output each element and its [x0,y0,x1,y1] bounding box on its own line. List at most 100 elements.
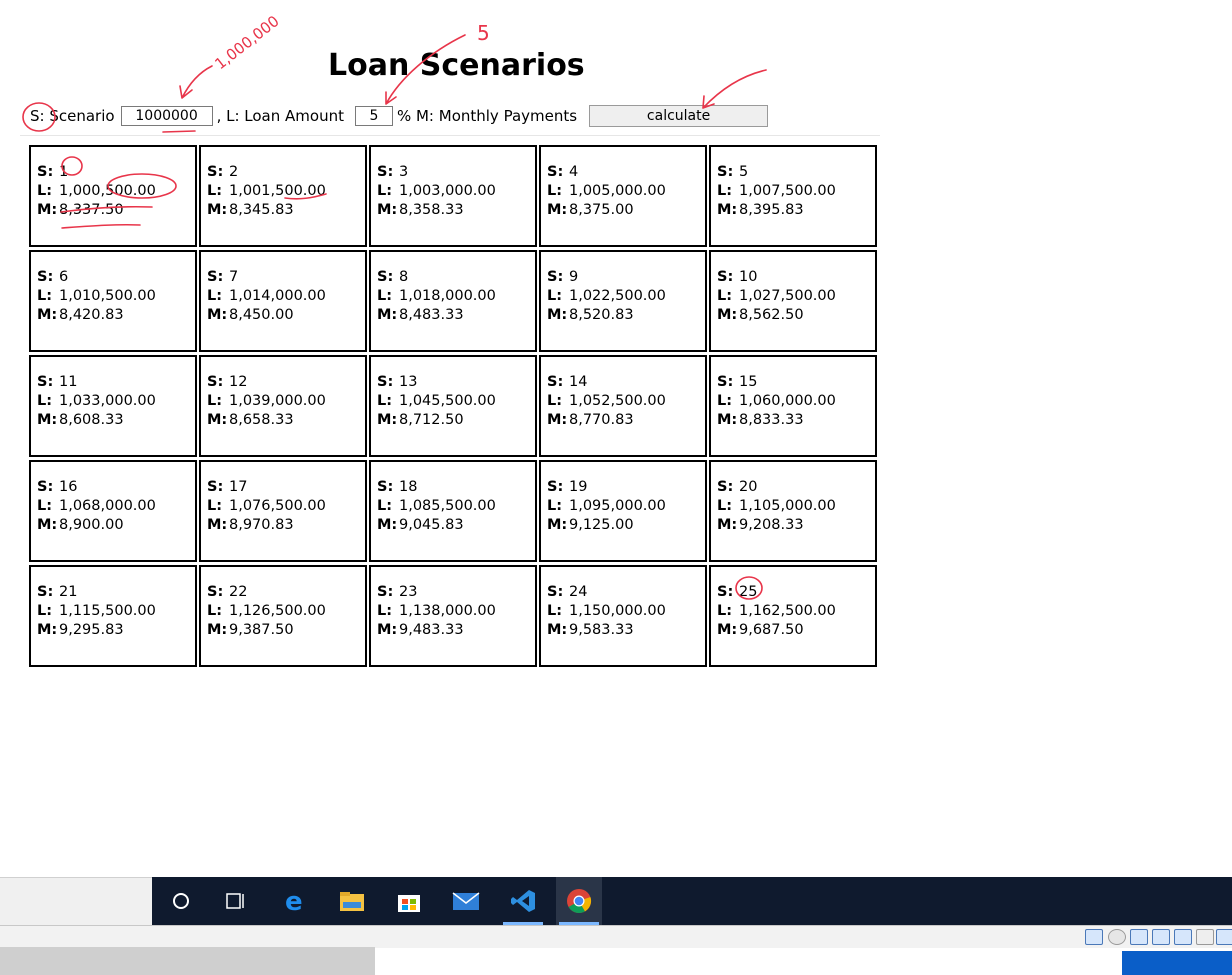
store-icon[interactable] [386,877,432,925]
task-view-icon[interactable] [213,877,259,925]
scenario-s-value: 6 [59,269,69,285]
scenario-cell: S: 23 L: 1,138,000.00 M: 9,483.33 [369,565,537,667]
scenario-l-label: L: [547,393,563,409]
chrome-icon[interactable] [556,877,602,925]
scenario-m-label: M: [37,202,58,218]
scenario-l-value: 1,085,500.00 [399,498,496,514]
scenario-m-row: M: 9,483.33 [377,621,535,640]
scenario-m-row: M: 8,375.00 [547,201,705,220]
scenario-l-value: 1,138,000.00 [399,603,496,619]
scenario-l-row: L: 1,014,000.00 [207,287,365,306]
scenario-cell: S: 13 L: 1,045,500.00 M: 8,712.50 [369,355,537,457]
scenario-l-label: L: [547,288,563,304]
scenario-s-value: 21 [59,584,78,600]
scenario-s-row: S: 2 [207,163,365,182]
scenario-s-row: S: 5 [717,163,875,182]
edge-icon[interactable]: e [272,877,318,925]
scenario-m-label: M: [717,517,738,533]
scenario-m-label: M: [377,517,398,533]
scenario-l-value: 1,076,500.00 [229,498,326,514]
tray-icon-7[interactable] [1216,929,1232,945]
scenario-l-row: L: 1,001,500.00 [207,182,365,201]
scenario-s-label: S: [207,584,224,600]
scenario-m-value: 8,483.33 [399,307,464,323]
scenario-l-label: L: [717,288,733,304]
scenario-m-row: M: 9,295.83 [37,621,195,640]
scenario-l-row: L: 1,095,000.00 [547,497,705,516]
scenario-cell: S: 19 L: 1,095,000.00 M: 9,125.00 [539,460,707,562]
scenario-l-row: L: 1,000,500.00 [37,182,195,201]
scenario-m-label: M: [377,412,398,428]
scenario-cell: S: 2 L: 1,001,500.00 M: 8,345.83 [199,145,367,247]
tray-icon-4[interactable] [1152,929,1170,945]
tray-icon-6[interactable] [1196,929,1214,945]
scenario-m-row: M: 8,358.33 [377,201,535,220]
scenario-s-row: S: 23 [377,583,535,602]
scenario-s-row: S: 3 [377,163,535,182]
scenario-s-label: S: [547,164,564,180]
taskbar-search-area[interactable] [0,877,152,925]
scenario-s-row: S: 10 [717,268,875,287]
scenario-s-value: 3 [399,164,409,180]
scenario-m-row: M: 8,712.50 [377,411,535,430]
scenario-l-row: L: 1,105,000.00 [717,497,875,516]
loan-amount-input[interactable] [120,106,213,126]
scenario-m-row: M: 8,483.33 [377,306,535,325]
mail-icon[interactable] [443,877,489,925]
scenario-l-value: 1,022,500.00 [569,288,666,304]
divider [20,135,880,136]
scenario-s-label: S: [547,584,564,600]
scenario-l-row: L: 1,138,000.00 [377,602,535,621]
interest-rate-input[interactable] [354,106,393,126]
scenario-s-value: 14 [569,374,588,390]
scenario-m-row: M: 9,045.83 [377,516,535,535]
scenario-s-row: S: 1 [37,163,195,182]
scenario-m-value: 9,387.50 [229,622,294,638]
scenario-s-value: 7 [229,269,239,285]
scenario-m-label: M: [377,307,398,323]
scenario-m-value: 9,583.33 [569,622,634,638]
scenario-m-value: 9,208.33 [739,517,804,533]
tray-icon-3[interactable] [1130,929,1148,945]
scenario-m-row: M: 8,900.00 [37,516,195,535]
scenario-l-label: L: [547,183,563,199]
scenario-l-label: L: [207,183,223,199]
scenario-cell: S: 14 L: 1,052,500.00 M: 8,770.83 [539,355,707,457]
scenario-s-value: 12 [229,374,248,390]
tray-icon-1[interactable] [1085,929,1103,945]
scenario-l-label: L: [377,603,393,619]
scenario-s-value: 24 [569,584,588,600]
scenario-l-label: L: [717,183,733,199]
scenario-l-row: L: 1,007,500.00 [717,182,875,201]
scenario-s-label: S: [717,374,734,390]
scenario-s-label: S: [37,374,54,390]
scenario-m-label: M: [37,517,58,533]
tray-icon-2[interactable] [1108,929,1126,945]
scenario-l-label: L: [207,498,223,514]
scenario-l-label: L: [377,288,393,304]
scenario-s-label: S: [37,584,54,600]
scenario-l-row: L: 1,162,500.00 [717,602,875,621]
calculate-button[interactable]: calculate [589,105,769,127]
file-explorer-icon[interactable] [329,877,375,925]
scenario-l-value: 1,007,500.00 [739,183,836,199]
scenario-l-value: 1,000,500.00 [59,183,156,199]
scenario-m-label: M: [37,412,58,428]
cortana-icon[interactable] [158,877,204,925]
scenario-m-row: M: 8,658.33 [207,411,365,430]
scenario-s-value: 17 [229,479,248,495]
tray-icon-5[interactable] [1174,929,1192,945]
scenario-m-row: M: 8,770.83 [547,411,705,430]
scenario-cell: S: 22 L: 1,126,500.00 M: 9,387.50 [199,565,367,667]
scenario-m-label: M: [717,307,738,323]
scenario-l-label: L: [207,288,223,304]
scenario-cell: S: 3 L: 1,003,000.00 M: 8,358.33 [369,145,537,247]
scenario-l-value: 1,014,000.00 [229,288,326,304]
scenario-s-row: S: 4 [547,163,705,182]
scenario-m-label: M: [207,517,228,533]
scenario-cell: S: 1 L: 1,000,500.00 M: 8,337.50 [29,145,197,247]
scenario-m-row: M: 8,395.83 [717,201,875,220]
scenario-l-row: L: 1,010,500.00 [37,287,195,306]
vscode-icon[interactable] [500,877,546,925]
scenario-s-value: 10 [739,269,758,285]
